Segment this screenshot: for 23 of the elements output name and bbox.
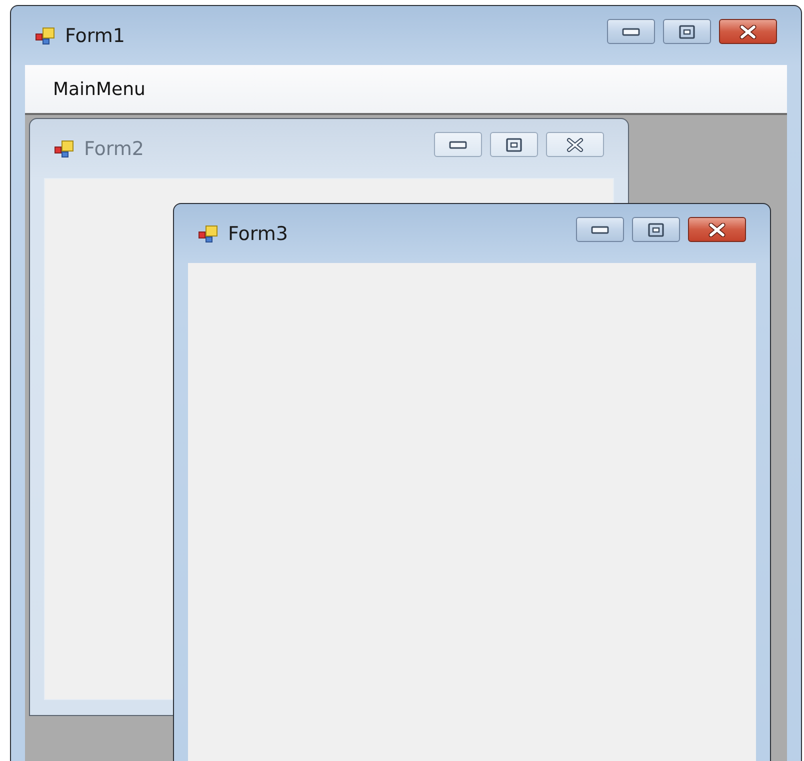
minimize-button[interactable] xyxy=(576,217,624,242)
close-icon xyxy=(708,222,726,236)
minimize-icon xyxy=(449,140,467,148)
close-icon xyxy=(566,138,584,152)
form-icon xyxy=(35,26,57,46)
menu-item[interactable]: MainMenu xyxy=(45,74,154,104)
minimize-button[interactable] xyxy=(607,19,655,44)
form-dialog[interactable]: Form3 xyxy=(173,203,771,761)
window-title: Form3 xyxy=(228,222,289,244)
maximize-icon xyxy=(648,222,664,236)
close-button[interactable] xyxy=(688,217,746,242)
minimize-icon xyxy=(591,226,609,234)
form-icon xyxy=(198,224,220,244)
window-title: Form1 xyxy=(65,24,126,46)
maximize-icon xyxy=(679,24,695,38)
minimize-icon xyxy=(622,28,640,36)
maximize-icon xyxy=(506,138,522,152)
close-button[interactable] xyxy=(719,19,777,44)
maximize-button[interactable] xyxy=(632,217,680,242)
form-icon xyxy=(54,138,76,158)
maximize-button[interactable] xyxy=(663,19,711,44)
window-title: Form2 xyxy=(84,138,145,160)
close-icon xyxy=(739,24,757,38)
